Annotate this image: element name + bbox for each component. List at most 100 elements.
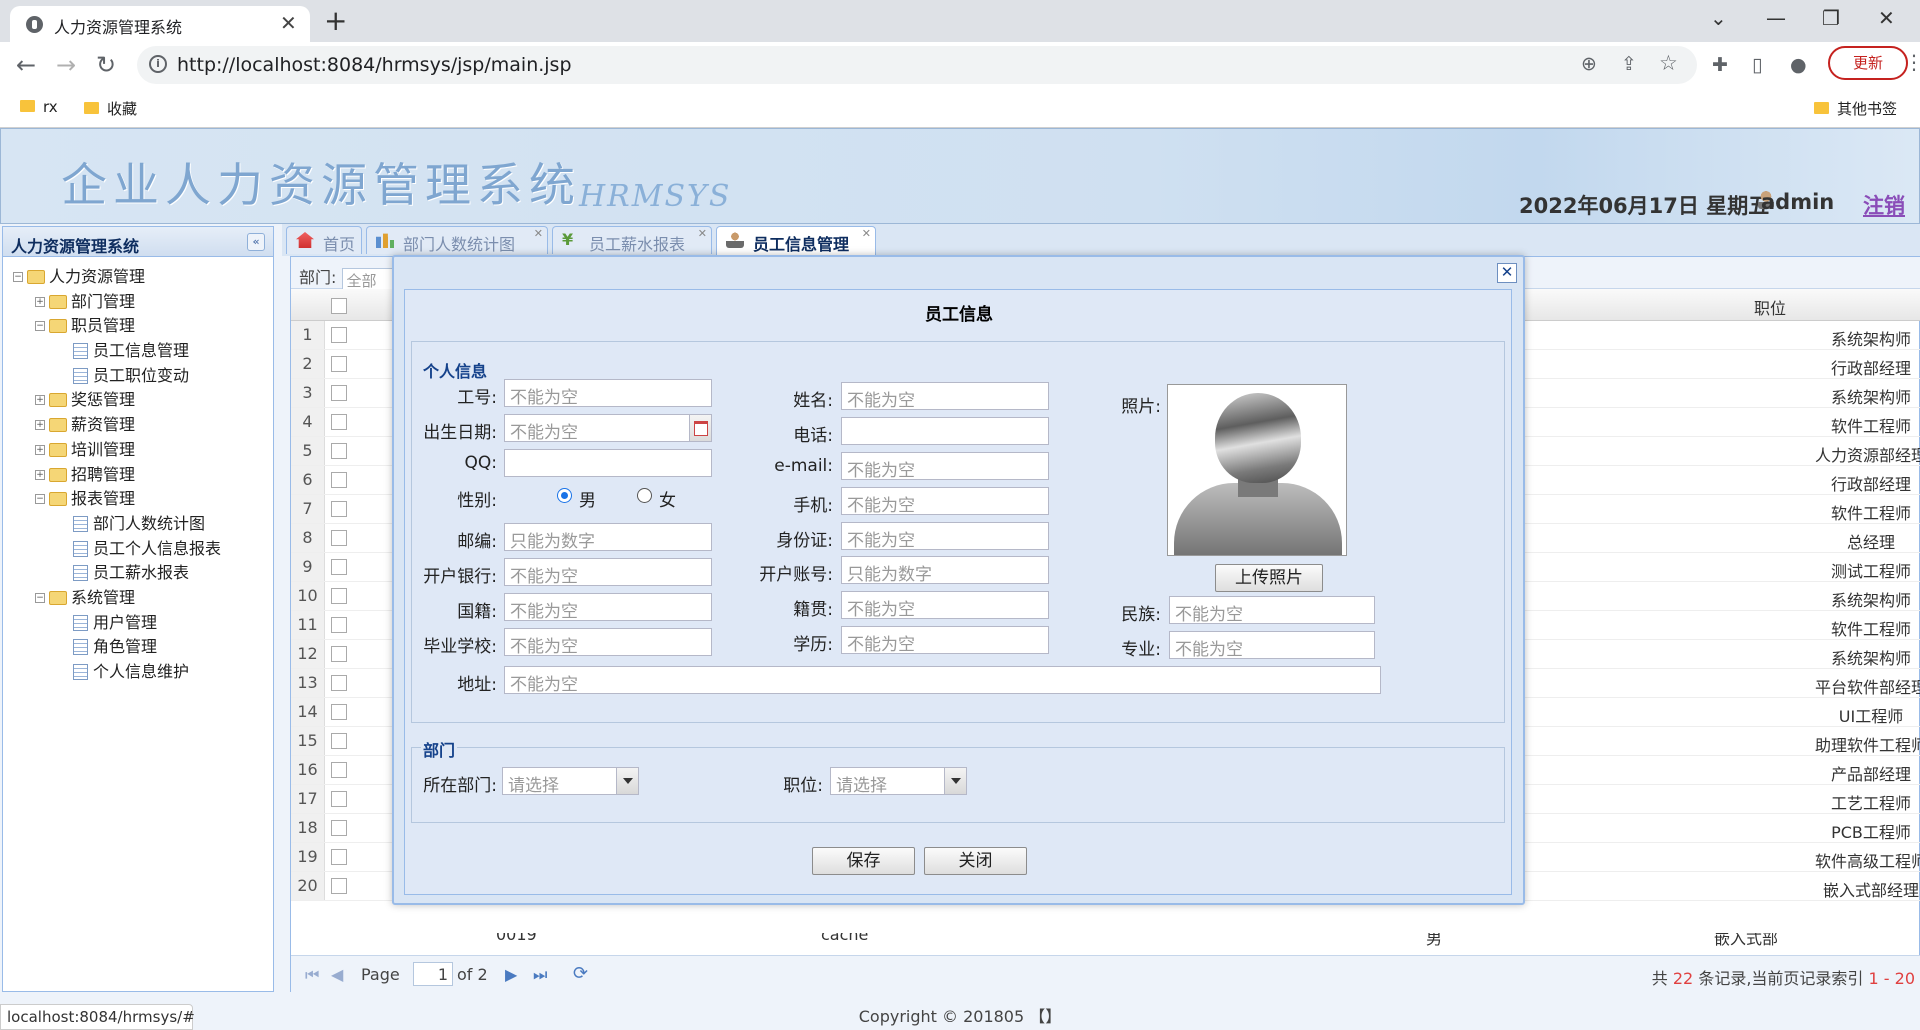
side-panel-icon[interactable]: ▯	[1752, 54, 1762, 76]
nav-item[interactable]: 员工职位变动	[3, 364, 273, 389]
tab-salary-report[interactable]: ¥ 员工薪水报表 ✕	[552, 226, 712, 254]
last-page-icon[interactable]: ⏭	[533, 965, 547, 985]
row-checkbox[interactable]	[331, 501, 347, 517]
nationality-input[interactable]: 不能为空	[504, 593, 712, 621]
chevron-down-icon[interactable]	[944, 768, 966, 794]
profile-icon[interactable]: ●	[1790, 54, 1807, 76]
extensions-icon[interactable]: ✚	[1712, 54, 1728, 76]
nav-item[interactable]: 员工薪水报表	[3, 561, 273, 586]
row-checkbox[interactable]	[331, 385, 347, 401]
collapse-icon[interactable]: −	[35, 592, 45, 603]
close-button[interactable]: 关闭	[924, 847, 1027, 875]
row-checkbox[interactable]	[331, 849, 347, 865]
postcode-input[interactable]: 只能为数字	[504, 523, 712, 551]
nav-item[interactable]: + 招聘管理	[3, 463, 273, 488]
expand-icon[interactable]: +	[35, 444, 45, 455]
address-input[interactable]: 不能为空	[504, 666, 1381, 694]
row-checkbox[interactable]	[331, 704, 347, 720]
tab-close-icon[interactable]: ✕	[534, 227, 543, 240]
row-checkbox[interactable]	[331, 559, 347, 575]
email-input[interactable]: 不能为空	[841, 452, 1049, 480]
nav-item[interactable]: + 培训管理	[3, 438, 273, 463]
row-checkbox[interactable]	[331, 588, 347, 604]
nav-item[interactable]: 个人信息维护	[3, 660, 273, 685]
window-close-icon[interactable]: ✕	[1878, 6, 1895, 30]
row-checkbox[interactable]	[331, 414, 347, 430]
site-info-icon[interactable]: i	[149, 55, 167, 73]
nav-item[interactable]: − 系统管理	[3, 586, 273, 611]
expand-icon[interactable]: +	[35, 296, 45, 307]
mobile-input[interactable]: 不能为空	[841, 487, 1049, 515]
gender-male-radio[interactable]	[557, 488, 572, 503]
qq-input[interactable]	[504, 449, 712, 477]
select-all-checkbox[interactable]	[331, 298, 347, 314]
page-input[interactable]: 1	[413, 962, 453, 986]
collapse-panel-icon[interactable]: «	[247, 233, 265, 251]
row-checkbox[interactable]	[331, 443, 347, 459]
nation-input[interactable]: 不能为空	[1169, 596, 1375, 624]
bookmark-favorites[interactable]: 收藏	[84, 98, 137, 119]
nav-item[interactable]: − 人力资源管理	[3, 265, 273, 290]
expand-icon[interactable]: +	[35, 395, 45, 406]
nav-item[interactable]: 员工信息管理	[3, 339, 273, 364]
row-checkbox[interactable]	[331, 327, 347, 343]
new-tab-icon[interactable]: +	[324, 4, 347, 37]
nav-item[interactable]: + 部门管理	[3, 290, 273, 315]
tab-close-icon[interactable]: ✕	[698, 227, 707, 240]
tab-close-icon[interactable]: ✕	[862, 227, 871, 240]
row-checkbox[interactable]	[331, 530, 347, 546]
gender-female-label[interactable]: 女	[659, 486, 676, 511]
other-bookmarks[interactable]: 其他书签	[1814, 98, 1897, 119]
nav-item[interactable]: 用户管理	[3, 611, 273, 636]
major-input[interactable]: 不能为空	[1169, 631, 1375, 659]
name-input[interactable]: 不能为空	[841, 382, 1049, 410]
tab-employee-info[interactable]: 员工信息管理 ✕	[716, 226, 876, 256]
close-tab-icon[interactable]: ✕	[280, 11, 297, 35]
row-checkbox[interactable]	[331, 733, 347, 749]
forward-icon[interactable]: →	[56, 51, 76, 79]
nav-item[interactable]: − 职员管理	[3, 314, 273, 339]
tab-dept-headcount-chart[interactable]: 部门人数统计图 ✕	[366, 226, 548, 254]
refresh-icon[interactable]: ⟳	[573, 963, 588, 984]
row-checkbox[interactable]	[331, 675, 347, 691]
nav-item[interactable]: 部门人数统计图	[3, 512, 273, 537]
collapse-icon[interactable]: −	[13, 272, 23, 282]
zoom-icon[interactable]: ⊕	[1581, 53, 1597, 75]
omnibox[interactable]: i http://localhost:8084/hrmsys/jsp/main.…	[137, 46, 1697, 84]
browser-tab[interactable]: 人力资源管理系统 ✕	[10, 6, 310, 42]
nav-item[interactable]: 角色管理	[3, 635, 273, 660]
native-place-input[interactable]: 不能为空	[841, 591, 1049, 619]
tab-home[interactable]: 首页	[286, 226, 362, 254]
bookmark-star-icon[interactable]: ☆	[1659, 51, 1678, 75]
col-position-header[interactable]: 职位	[1754, 295, 1786, 319]
menu-icon[interactable]: ⋮	[1904, 50, 1920, 74]
first-page-icon[interactable]: ⏮	[305, 965, 319, 985]
emp-no-input[interactable]: 不能为空	[504, 379, 712, 407]
department-select[interactable]: 请选择	[502, 767, 639, 795]
upload-photo-button[interactable]: 上传照片	[1215, 564, 1323, 592]
row-checkbox[interactable]	[331, 617, 347, 633]
nav-item[interactable]: − 报表管理	[3, 487, 273, 512]
share-icon[interactable]: ⇪	[1621, 53, 1637, 75]
row-checkbox[interactable]	[331, 791, 347, 807]
row-checkbox[interactable]	[331, 472, 347, 488]
collapse-icon[interactable]: −	[35, 494, 45, 505]
reload-icon[interactable]: ↻	[96, 51, 116, 79]
id-card-input[interactable]: 不能为空	[841, 522, 1049, 550]
row-checkbox[interactable]	[331, 878, 347, 894]
bank-input[interactable]: 不能为空	[504, 558, 712, 586]
gender-male-label[interactable]: 男	[579, 486, 596, 511]
save-button[interactable]: 保存	[812, 847, 915, 875]
next-page-icon[interactable]: ▶	[505, 965, 517, 984]
minimize-icon[interactable]: —	[1766, 6, 1786, 30]
back-icon[interactable]: ←	[16, 51, 36, 79]
row-checkbox[interactable]	[331, 646, 347, 662]
nav-item[interactable]: + 薪资管理	[3, 413, 273, 438]
row-checkbox[interactable]	[331, 762, 347, 778]
birth-date-input[interactable]: 不能为空	[504, 414, 712, 442]
row-checkbox[interactable]	[331, 356, 347, 372]
bookmark-rx[interactable]: rx	[20, 98, 58, 116]
tab-search-icon[interactable]: ⌄	[1710, 6, 1727, 30]
nav-item[interactable]: + 奖惩管理	[3, 388, 273, 413]
account-input[interactable]: 只能为数字	[841, 556, 1049, 584]
